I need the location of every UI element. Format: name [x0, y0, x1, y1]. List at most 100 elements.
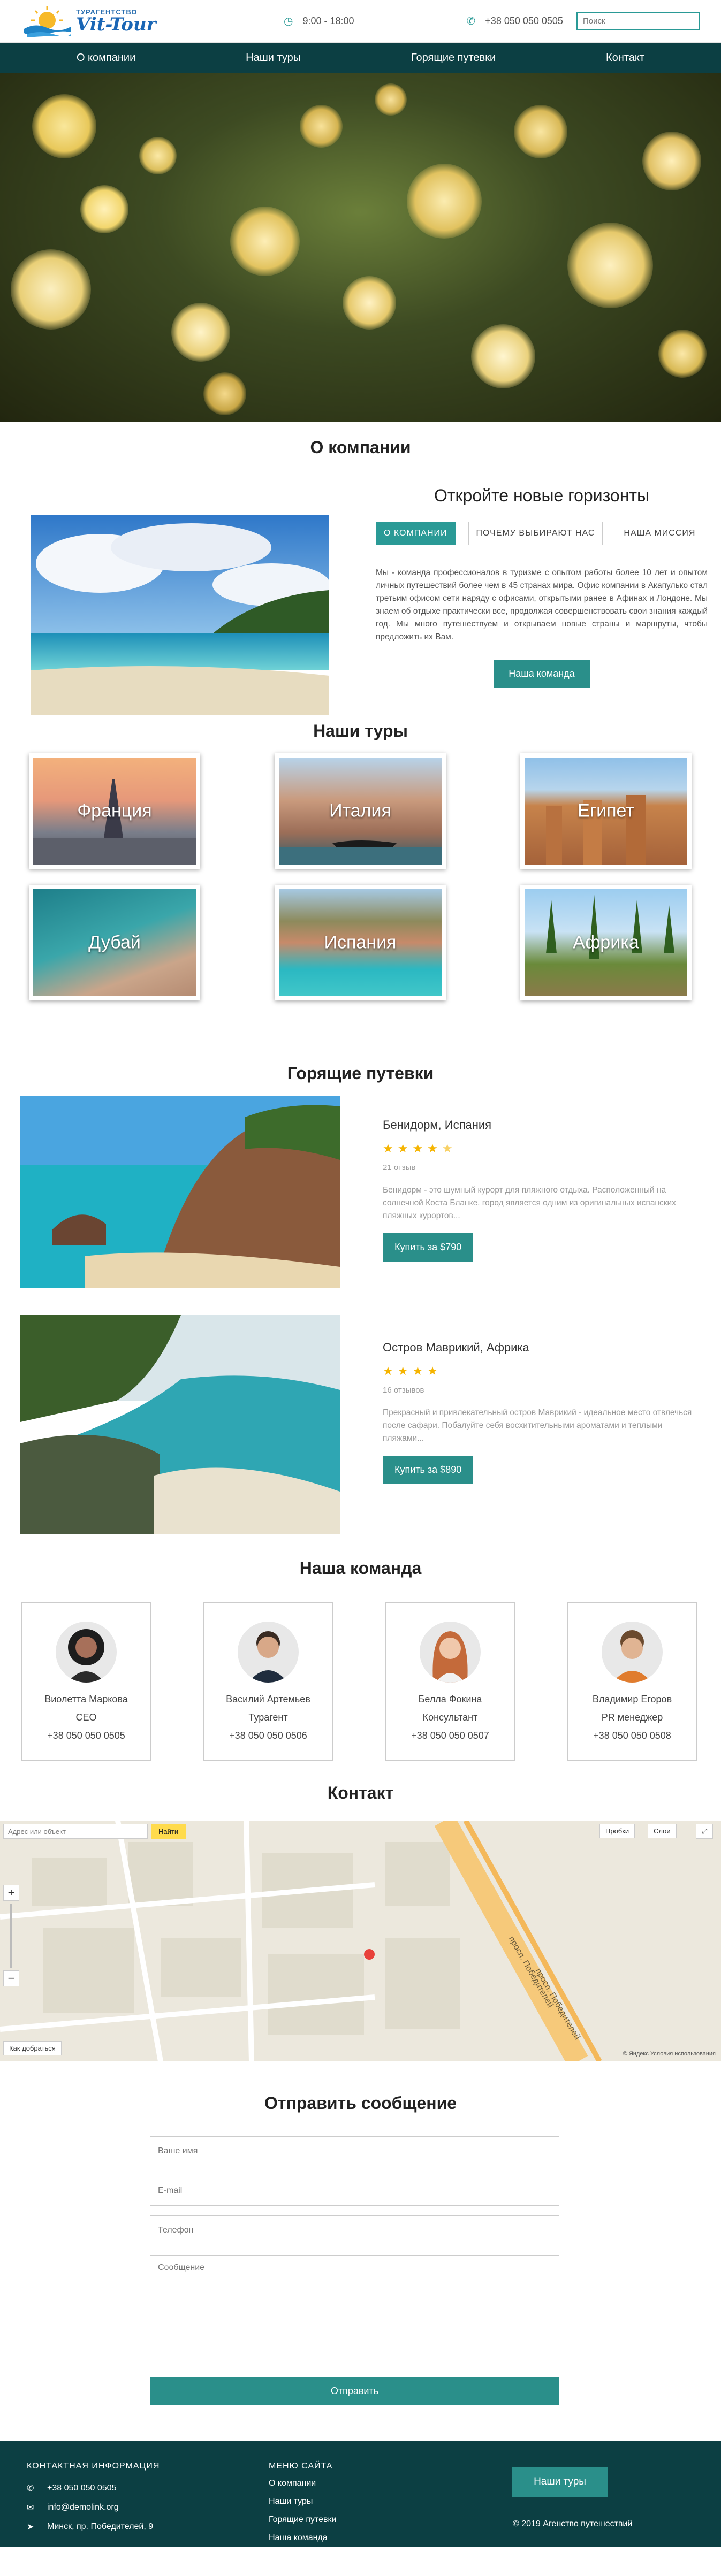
nav-item-about[interactable]: О компании [77, 52, 135, 64]
team-member-card: Виолетта Маркова CEO +38 050 050 0505 [21, 1602, 151, 1761]
clock-icon: ◷ [284, 16, 293, 27]
team-member-card: Владимир Егоров PR менеджер +38 050 050 … [567, 1602, 697, 1761]
tab-mission[interactable]: НАША МИССИЯ [616, 522, 704, 545]
team-member-card: Василий Артемьев Турагент +38 050 050 05… [203, 1602, 333, 1761]
member-phone[interactable]: +38 050 050 0507 [386, 1726, 514, 1745]
map-copyright: © Яндекс Условия использования [623, 2051, 716, 2057]
hours-text: 9:00 - 18:00 [302, 16, 354, 26]
map-find-button[interactable]: Найти [151, 1824, 186, 1839]
zoom-out-button[interactable]: − [3, 1970, 19, 1986]
footer-menu-tours[interactable]: Наши туры [269, 2497, 313, 2506]
nav-item-contact[interactable]: Контакт [606, 52, 644, 64]
email-field[interactable] [150, 2176, 559, 2206]
tour-label-france: Франция [77, 800, 152, 821]
map-layers-button[interactable]: Слои [648, 1824, 677, 1838]
tab-about[interactable]: О КОМПАНИИ [376, 522, 456, 545]
footer-menu-hot[interactable]: Горящие путевки [269, 2515, 336, 2525]
footer-phone[interactable]: ✆ +38 050 050 0505 [27, 2483, 116, 2494]
footer: КОНТАКТНАЯ ИНФОРМАЦИЯ ✆ +38 050 050 0505 … [0, 2441, 721, 2547]
buy-button-benidorm[interactable]: Купить за $790 [383, 1233, 474, 1262]
member-name: Владимир Егоров [592, 1694, 672, 1704]
about-text: Мы - команда профессионалов в туризме с … [376, 568, 708, 641]
submit-button[interactable]: Отправить [150, 2377, 559, 2405]
member-phone[interactable]: +38 050 050 0508 [568, 1726, 696, 1745]
footer-menu-team[interactable]: Наша команда [269, 2533, 328, 2543]
avatar [420, 1622, 481, 1683]
zoom-in-button[interactable]: + [3, 1885, 19, 1901]
contact-section: Контакт просп. Победителей просп. Победи… [0, 1783, 721, 2061]
footer-tours-button[interactable]: Наши туры [512, 2467, 608, 2497]
member-role: Консультант [422, 1712, 478, 1723]
contact-title: Контакт [327, 1783, 394, 1802]
nav-item-tours[interactable]: Наши туры [246, 52, 301, 64]
rating-stars-benidorm: ★★★★★ [383, 1142, 457, 1155]
tour-card-spain[interactable]: Испания [275, 885, 446, 1000]
tour-label-egypt: Египет [578, 800, 634, 821]
copyright: © 2019 Агенство путешествий [513, 2519, 633, 2528]
footer-menu-about[interactable]: О компании [269, 2479, 316, 2488]
desc-benidorm: Бенидорм - это шумный курорт для пляжног… [383, 1186, 676, 1220]
footer-phone-text: +38 050 050 0505 [47, 2483, 117, 2493]
map[interactable]: просп. Победителей просп. Победителей На… [0, 1821, 721, 2061]
footer-address-text: Минск, пр. Победителей, 9 [47, 2522, 154, 2531]
tour-card-dubai[interactable]: Дубай [29, 885, 200, 1000]
avatar [602, 1622, 663, 1683]
rating-stars-mauritius: ★★★★ [383, 1364, 442, 1378]
phone-icon: ✆ [27, 2484, 34, 2493]
header: ТУРАГЕНТСТВО Vit-Tour ◷ 9:00 - 18:00 ✆ +… [0, 0, 721, 43]
hero-banner [0, 73, 721, 422]
tour-card-africa[interactable]: Африка [520, 885, 692, 1000]
team-member-card: Белла Фокина Консультант +38 050 050 050… [385, 1602, 515, 1761]
member-name: Виолетта Маркова [44, 1694, 128, 1704]
contact-form-section: Отправить сообщение Отправить [0, 2061, 721, 2441]
logo[interactable]: ТУРАГЕНТСТВО Vit-Tour [21, 4, 182, 39]
mail-icon: ✉ [27, 2503, 34, 2512]
tours-section: Наши туры Франция Италия Египет Дубай Ис… [0, 721, 721, 1064]
our-team-button[interactable]: Наша команда [494, 660, 590, 688]
about-beach-image [31, 515, 329, 715]
hot-title-mauritius: Остров Маврикий, Африка [383, 1341, 529, 1354]
avatar [56, 1622, 117, 1683]
fullscreen-icon[interactable]: ⤢ [696, 1824, 714, 1839]
logo-sun-icon [21, 4, 73, 39]
member-name: Белла Фокина [418, 1694, 482, 1704]
footer-address: ➤ Минск, пр. Победителей, 9 [27, 2521, 153, 2532]
header-phone[interactable]: ✆ +38 050 050 0505 [467, 14, 563, 28]
map-traffic-button[interactable]: Пробки [599, 1824, 635, 1838]
search-input[interactable] [576, 12, 700, 30]
map-search-input[interactable] [3, 1824, 148, 1839]
message-field[interactable] [150, 2255, 559, 2365]
footer-email[interactable]: ✉ info@demolink.org [27, 2502, 119, 2513]
about-tabs: О КОМПАНИИ ПОЧЕМУ ВЫБИРАЮТ НАС НАША МИСС… [376, 522, 708, 545]
map-zoom-control: + − [3, 1885, 19, 1986]
tab-why-us[interactable]: ПОЧЕМУ ВЫБИРАЮТ НАС [468, 522, 603, 545]
tour-label-spain: Испания [324, 932, 397, 953]
team-title: Наша команда [299, 1558, 422, 1578]
tour-card-italy[interactable]: Италия [275, 753, 446, 869]
logo-title: Vit-Tour [76, 14, 156, 35]
about-title: О компании [310, 438, 411, 457]
hot-image-benidorm [20, 1096, 340, 1288]
hot-deals-section: Горящие путевки Бенидорм, Испания ★★★★★ … [0, 1064, 721, 1558]
phone-field[interactable] [150, 2215, 559, 2245]
location-icon: ➤ [27, 2523, 34, 2532]
about-section: О компании Откройте новые горизонты О КО… [0, 422, 721, 721]
name-field[interactable] [150, 2136, 559, 2166]
tour-card-france[interactable]: Франция [29, 753, 200, 869]
member-phone[interactable]: +38 050 050 0505 [22, 1726, 150, 1745]
tour-card-egypt[interactable]: Египет [520, 753, 692, 869]
about-subtitle: Откройте новые горизонты [434, 486, 650, 505]
footer-menu-title: МЕНЮ САЙТА [269, 2462, 333, 2471]
desc-mauritius: Прекрасный и привлекательный остров Мавр… [383, 1408, 692, 1443]
member-role: CEO [75, 1712, 97, 1723]
reviews-mauritius[interactable]: 16 отзывов [383, 1386, 693, 1395]
nav-item-hot[interactable]: Горящие путевки [411, 52, 496, 64]
member-phone[interactable]: +38 050 050 0506 [204, 1726, 332, 1745]
hot-title-benidorm: Бенидорм, Испания [383, 1118, 492, 1132]
map-route-button[interactable]: Как добраться [3, 2041, 62, 2055]
buy-button-mauritius[interactable]: Купить за $890 [383, 1456, 474, 1484]
map-search-bar: Найти [3, 1824, 186, 1839]
hot-image-mauritius [20, 1315, 340, 1534]
reviews-benidorm[interactable]: 21 отзыв [383, 1163, 693, 1172]
working-hours: ◷ 9:00 - 18:00 [284, 14, 354, 28]
